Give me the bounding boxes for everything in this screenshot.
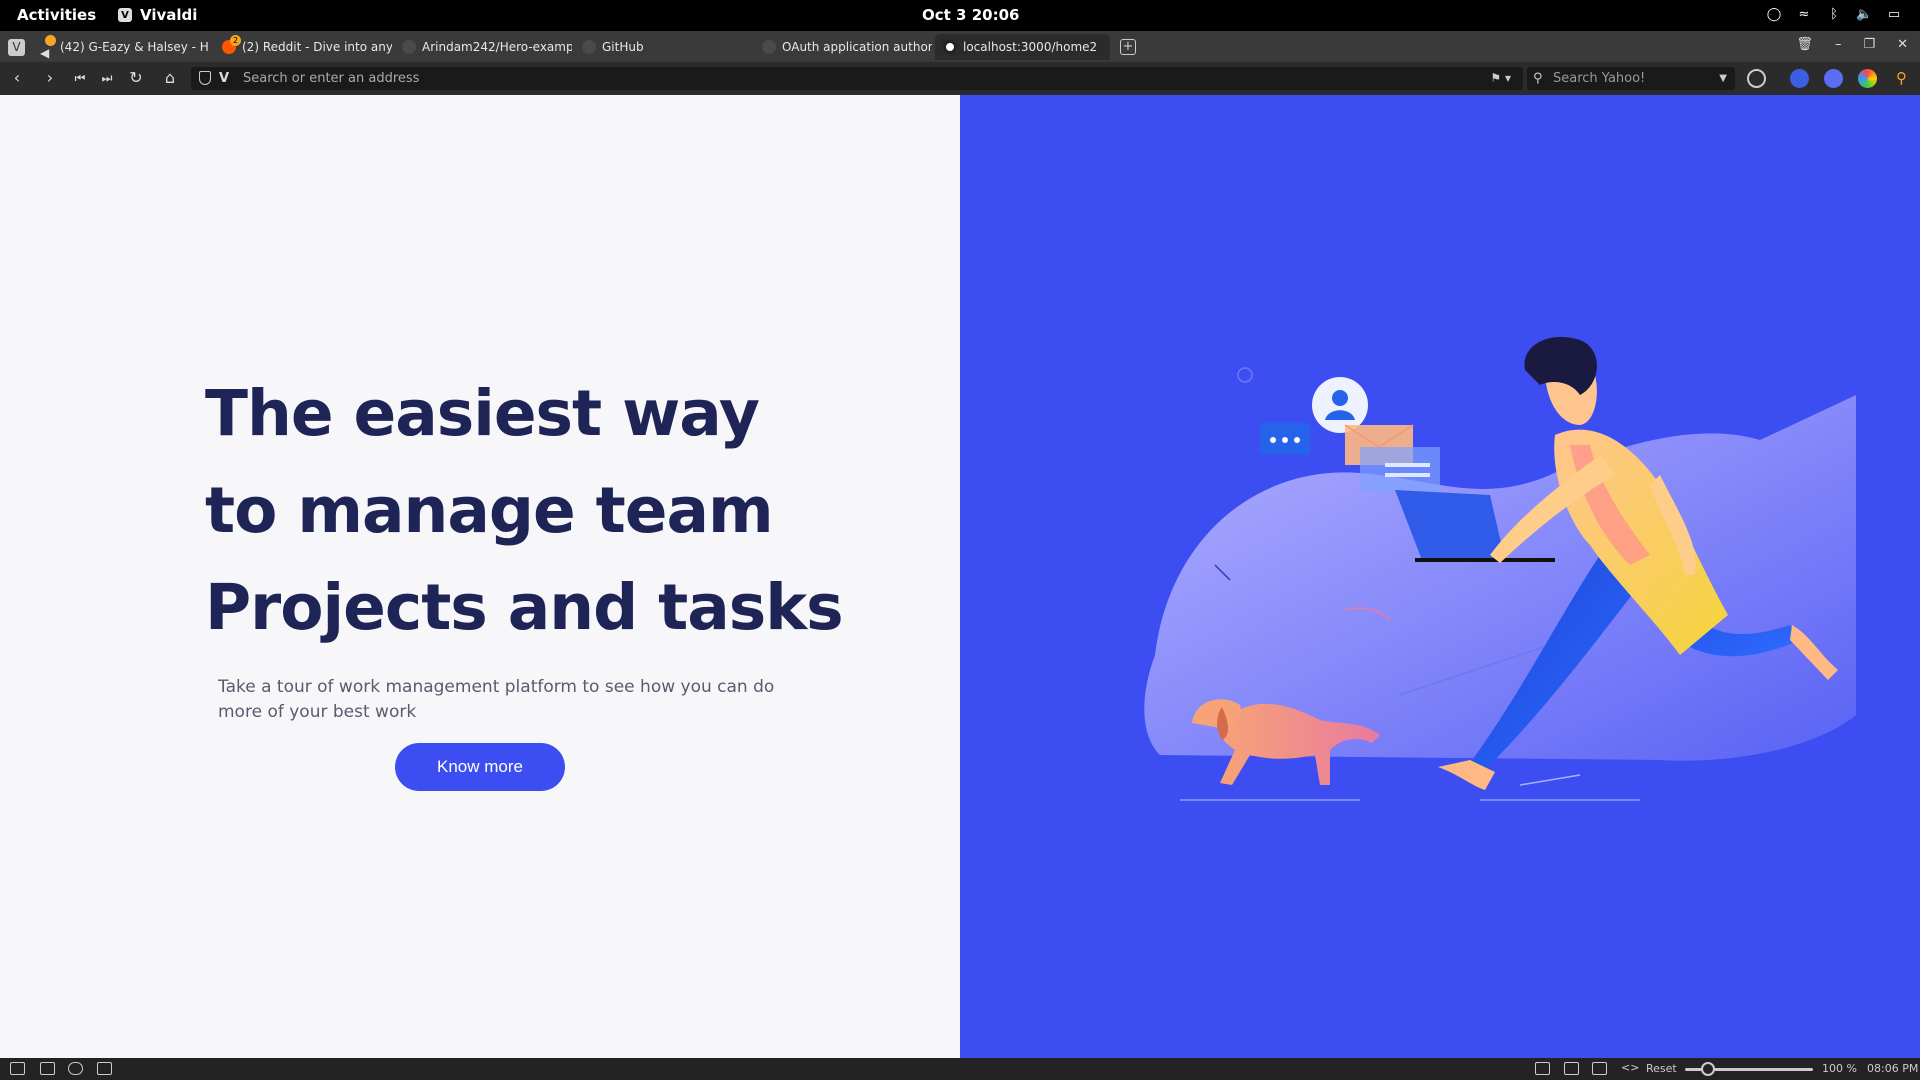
forward-icon[interactable]: ›	[41, 69, 59, 87]
running-person-illustration	[1144, 336, 1856, 801]
color-extension-icon[interactable]	[1858, 69, 1877, 88]
battery-icon[interactable]: ▭	[1886, 7, 1902, 23]
profile-icon[interactable]	[1747, 69, 1766, 88]
hero-subtitle: Take a tour of work management platform …	[218, 677, 775, 722]
tab-label: (42) G-Eazy & Halsey - Him	[60, 40, 210, 54]
hero-left-panel: The easiest way to manage team Projects …	[0, 95, 960, 1058]
accessibility-icon[interactable]: ◯	[1766, 7, 1782, 23]
bluetooth-icon[interactable]: ᛒ	[1826, 7, 1842, 23]
tab-localhost[interactable]: localhost:3000/home2	[935, 34, 1110, 60]
hero-title-line: to manage team	[205, 474, 774, 547]
zoom-level: 100 %	[1822, 1062, 1857, 1075]
sync-cloud-icon[interactable]	[68, 1062, 83, 1075]
close-icon[interactable]: ✕	[1897, 37, 1908, 52]
rewind-icon[interactable]: ⏮	[71, 69, 89, 87]
fedora-extension-icon[interactable]	[1790, 69, 1809, 88]
app-menu[interactable]: V Vivaldi	[118, 6, 197, 24]
clock[interactable]: Oct 3 20:06	[922, 6, 1019, 24]
extension-icon[interactable]	[1824, 69, 1843, 88]
hero-illustration-panel	[960, 95, 1920, 1058]
status-clock: 08:06 PM	[1867, 1062, 1919, 1075]
window-icon[interactable]	[1564, 1062, 1579, 1075]
hero-title-line: The easiest way	[205, 377, 760, 450]
notification-badge: 2	[230, 35, 241, 46]
minimize-icon[interactable]: –	[1835, 37, 1842, 52]
bookmark-icon[interactable]: ⚑ ▾	[1490, 67, 1511, 90]
hero-title-line: Projects and tasks	[205, 571, 844, 644]
search-icon: ⚲	[1533, 71, 1543, 86]
vivaldi-v-icon: V	[219, 71, 230, 86]
tab-label: Arindam242/Hero-exampl	[422, 40, 572, 54]
hero-title: The easiest way to manage team Projects …	[205, 365, 905, 656]
github-icon	[762, 40, 776, 54]
shield-icon[interactable]	[199, 71, 211, 85]
trash-icon[interactable]: 🗑	[1796, 37, 1813, 52]
notification-badge	[45, 35, 56, 46]
tab-label: (2) Reddit - Dive into anyth	[242, 40, 392, 54]
address-input[interactable]: V Search or enter an address ⚑ ▾	[191, 67, 1523, 90]
code-icon[interactable]: <>	[1621, 1061, 1639, 1074]
tab-label: localhost:3000/home2	[963, 40, 1098, 54]
tab-label: GitHub	[602, 40, 644, 54]
tab-tiling-icon[interactable]	[40, 1062, 55, 1075]
wifi-icon[interactable]: ≈	[1796, 7, 1812, 23]
restore-icon[interactable]: ❐	[1863, 37, 1875, 52]
volume-icon[interactable]: 🔈	[1856, 7, 1872, 23]
vivaldi-menu-icon[interactable]: V	[8, 39, 25, 56]
status-bar: <> Reset 100 % 08:06 PM	[0, 1058, 1920, 1080]
fast-forward-icon[interactable]: ⏭	[98, 69, 116, 87]
zoom-slider-knob[interactable]	[1701, 1062, 1715, 1076]
app-name: Vivaldi	[140, 6, 198, 24]
window-controls: 🗑 – ❐ ✕	[1796, 37, 1908, 52]
address-toolbar: ‹ › ⏮ ⏭ ↻ ⌂ V Search or enter an address…	[0, 62, 1920, 95]
system-top-bar: Activities V Vivaldi Oct 3 20:06 ◯ ≈ ᛒ 🔈…	[0, 0, 1920, 31]
address-placeholder: Search or enter an address	[243, 71, 420, 86]
panel-toggle-icon[interactable]	[10, 1062, 25, 1075]
image-icon[interactable]	[1592, 1062, 1607, 1075]
reload-icon[interactable]: ↻	[127, 69, 145, 87]
tab-music[interactable]: ◀ (42) G-Eazy & Halsey - Him	[40, 34, 210, 60]
magnifier-extension-icon[interactable]: ⚲	[1892, 69, 1911, 88]
screenshot-icon[interactable]	[1535, 1062, 1550, 1075]
new-tab-button[interactable]: +	[1120, 39, 1136, 55]
tab-hero-example[interactable]: Arindam242/Hero-exampl	[402, 34, 572, 60]
app-favicon-icon	[943, 40, 957, 54]
reddit-icon: 2	[222, 35, 241, 54]
tab-reddit[interactable]: 2 (2) Reddit - Dive into anyth	[222, 34, 392, 60]
search-placeholder: Search Yahoo!	[1553, 71, 1646, 86]
search-input[interactable]: ⚲ Search Yahoo! ▼	[1527, 67, 1735, 90]
github-icon	[582, 40, 596, 54]
back-icon[interactable]: ‹	[8, 69, 26, 87]
github-icon	[402, 40, 416, 54]
home-icon[interactable]: ⌂	[161, 69, 179, 87]
activities-button[interactable]: Activities	[17, 6, 96, 24]
tab-oauth[interactable]: OAuth application authori	[762, 34, 932, 60]
tab-label: OAuth application authori	[782, 40, 932, 54]
tab-github[interactable]: GitHub	[582, 34, 752, 60]
zoom-reset-button[interactable]: Reset	[1646, 1062, 1677, 1075]
system-tray[interactable]: ◯ ≈ ᛒ 🔈 ▭	[1766, 7, 1902, 23]
know-more-button[interactable]: Know more	[395, 743, 565, 791]
speaker-icon[interactable]: ◀	[40, 35, 56, 60]
mail-icon[interactable]	[97, 1062, 112, 1075]
tab-bar: V ◀ (42) G-Eazy & Halsey - Him 2 (2) Red…	[0, 31, 1920, 62]
vivaldi-logo-icon: V	[118, 8, 132, 22]
chevron-down-icon[interactable]: ▼	[1719, 67, 1727, 90]
page-content: The easiest way to manage team Projects …	[0, 95, 1920, 1058]
